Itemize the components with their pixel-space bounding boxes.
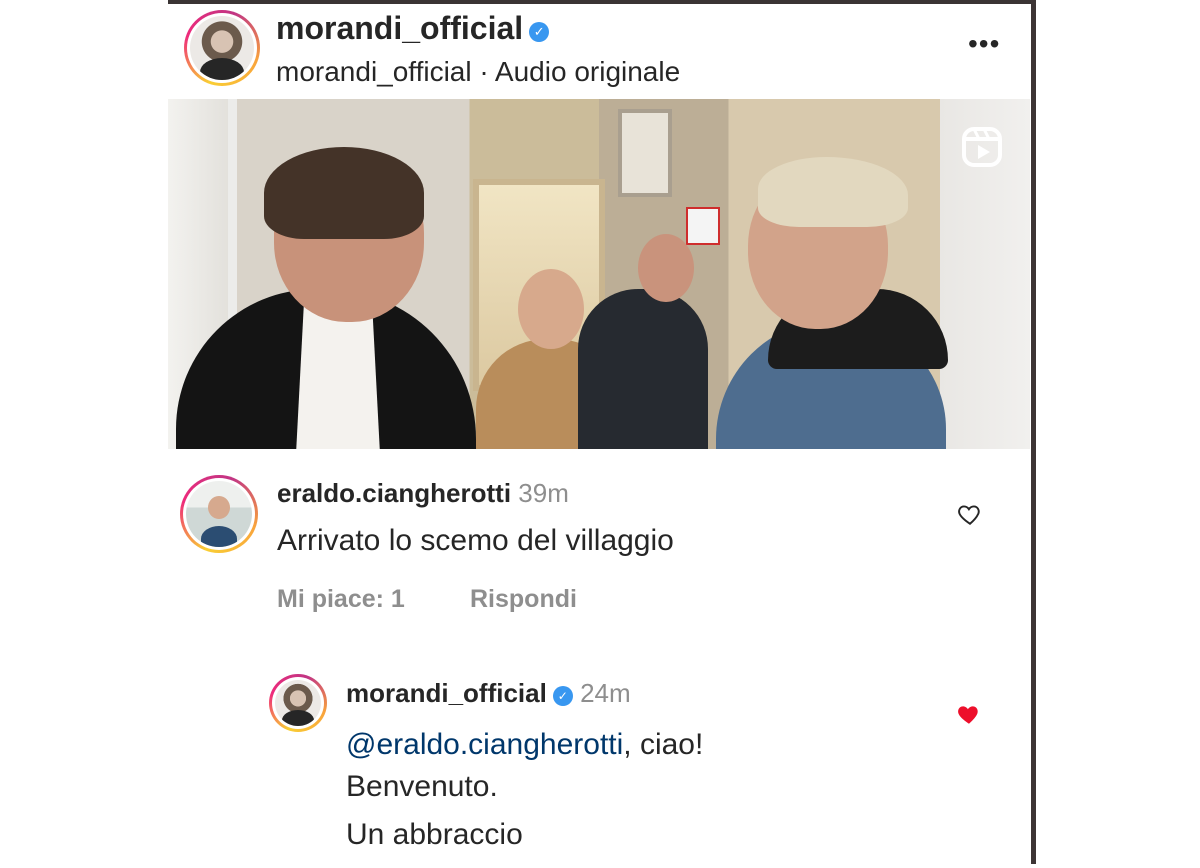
reply-username[interactable]: morandi_official bbox=[346, 678, 547, 708]
reels-icon bbox=[962, 127, 1002, 167]
post-audio-line[interactable]: morandi_official · Audio originale bbox=[276, 56, 680, 88]
post-screen: morandi_official ✓ morandi_official · Aud… bbox=[168, 0, 1034, 868]
comment-likes-count[interactable]: Mi piace: 1 bbox=[277, 585, 405, 614]
post-author-name[interactable]: morandi_official ✓ bbox=[276, 10, 550, 47]
comment-username[interactable]: eraldo.ciangherotti bbox=[277, 478, 511, 508]
comment-time: 39m bbox=[518, 478, 569, 508]
reply-button[interactable]: Rispondi bbox=[470, 585, 577, 614]
like-heart-outline-icon[interactable] bbox=[957, 501, 983, 527]
screen-edge bbox=[1031, 0, 1036, 864]
woman-head bbox=[518, 269, 584, 349]
comment-text: Arrivato lo scemo del villaggio bbox=[277, 524, 674, 557]
post-author-username[interactable]: morandi_official bbox=[276, 10, 523, 46]
reply-line-2: Benvenuto. bbox=[346, 770, 498, 803]
like-heart-filled-icon[interactable] bbox=[956, 701, 982, 727]
reply-author[interactable]: morandi_official ✓ 24m bbox=[346, 678, 631, 709]
man-background-figure bbox=[578, 289, 708, 449]
man-background-head bbox=[638, 234, 694, 302]
scene-fire-sign bbox=[686, 207, 720, 245]
reply-greeting: , ciao! bbox=[623, 728, 704, 761]
author-photo bbox=[190, 16, 254, 80]
reply-author-avatar[interactable] bbox=[269, 674, 327, 732]
reply-time: 24m bbox=[580, 678, 631, 708]
scene-frame bbox=[618, 109, 672, 197]
reel-video[interactable] bbox=[168, 99, 1030, 449]
reply-author-photo bbox=[275, 680, 321, 726]
verified-badge-icon: ✓ bbox=[529, 22, 550, 42]
commenter-photo bbox=[186, 481, 252, 547]
commenter-avatar[interactable] bbox=[180, 475, 258, 553]
young-man-hair bbox=[758, 157, 908, 227]
post-author-avatar[interactable] bbox=[184, 10, 260, 86]
reply-line-3: Un abbraccio bbox=[346, 818, 523, 851]
reply-mention-link[interactable]: @eraldo.ciangherotti bbox=[346, 728, 623, 761]
older-man-hair bbox=[264, 147, 424, 239]
reply-line-1: @eraldo.ciangherotti, ciao! bbox=[346, 728, 703, 762]
comment-author[interactable]: eraldo.ciangherotti 39m bbox=[277, 478, 569, 509]
reply-verified-badge-icon: ✓ bbox=[552, 686, 573, 706]
more-options-icon[interactable]: ••• bbox=[968, 28, 1000, 60]
